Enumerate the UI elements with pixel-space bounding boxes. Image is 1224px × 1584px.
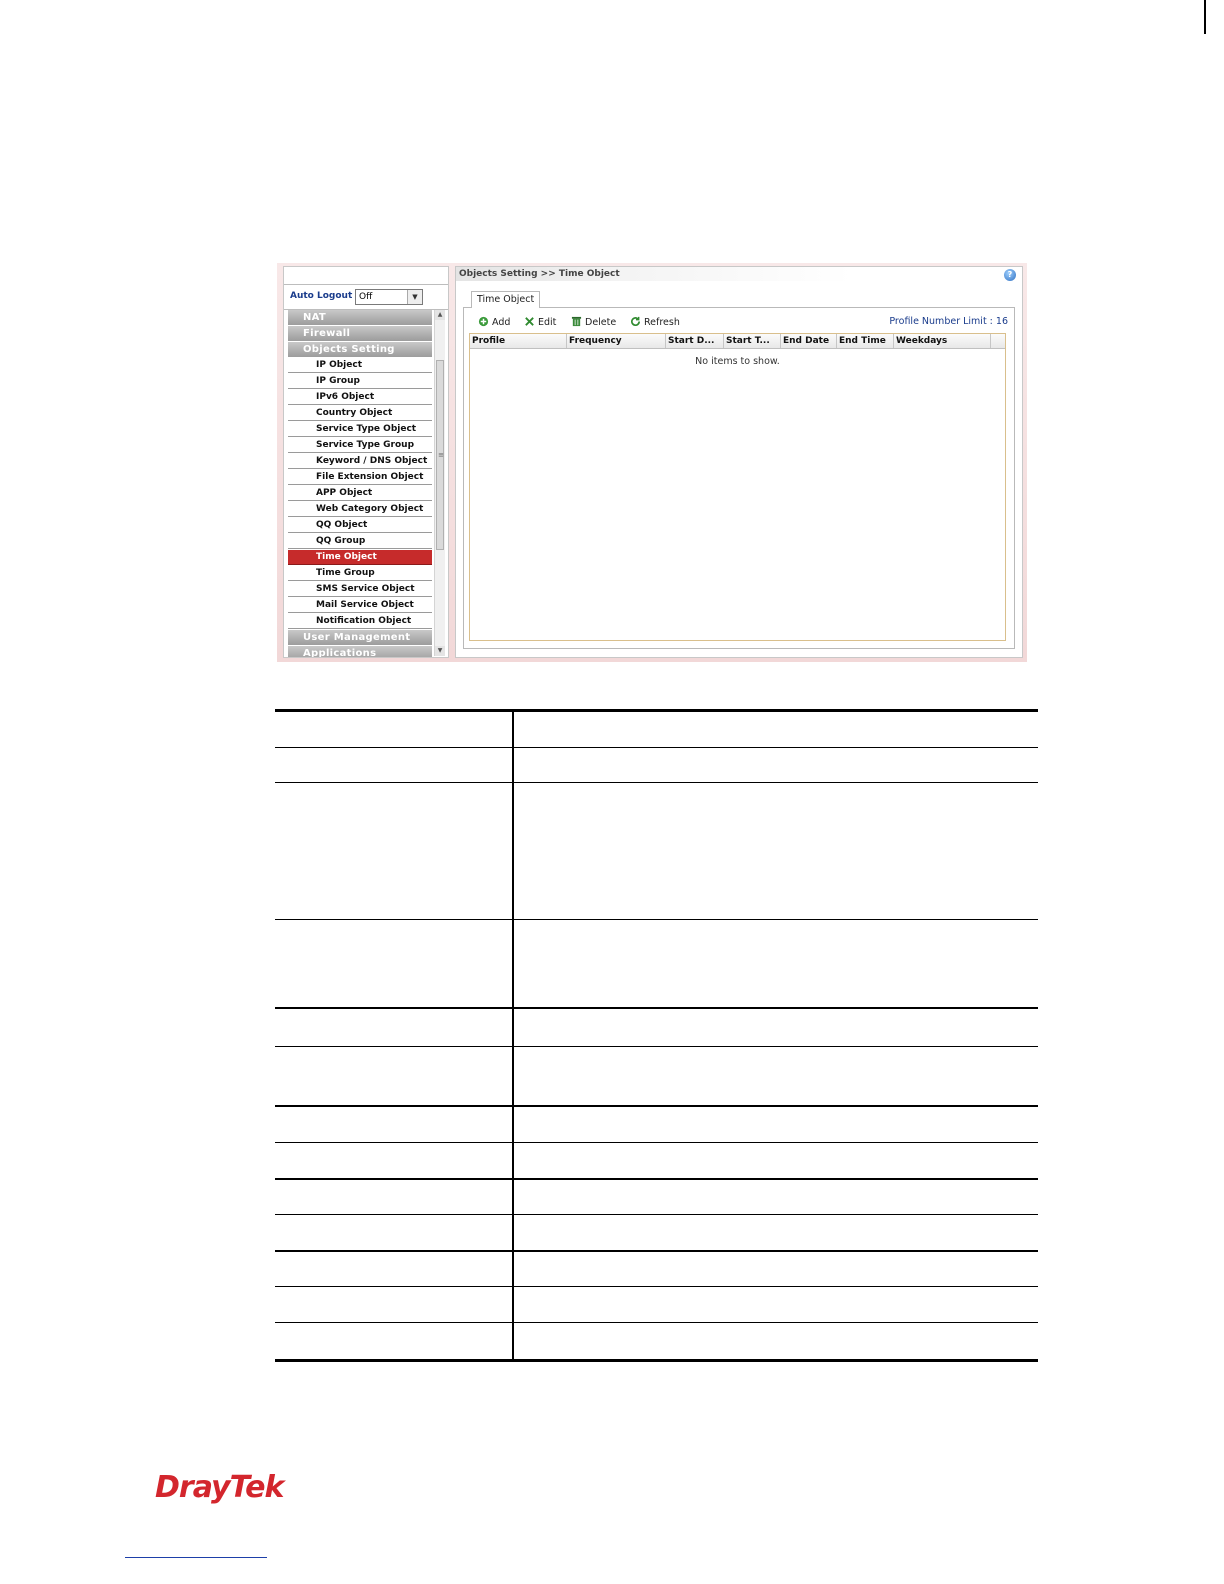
table-row-divider [275,782,1038,783]
sidebar-category-firewall[interactable]: Firewall [288,326,432,341]
table-column-divider [512,709,514,1362]
footer-link-underline [125,1557,267,1558]
tab-content: Add Edit Delete Refresh Profile Number L… [463,307,1015,649]
sidebar-item-qq-object[interactable]: QQ Object [288,518,432,533]
main-content-panel: Objects Setting >> Time Object ? Time Ob… [455,266,1023,658]
sidebar-item-web-category-object[interactable]: Web Category Object [288,502,432,517]
table-row-divider [275,1322,1038,1323]
sidebar-scrollbar[interactable]: ▲ ≡ ▼ [434,310,445,656]
delete-button-label: Delete [585,317,617,328]
auto-logout-label: Auto Logout : [290,291,359,301]
sidebar-item-ip-group[interactable]: IP Group [288,374,432,389]
delete-button[interactable]: Delete [571,316,616,330]
edit-button[interactable]: Edit [524,316,556,330]
tab-time-object[interactable]: Time Object [471,291,541,308]
scroll-up-arrow-icon[interactable]: ▲ [435,310,445,320]
time-object-grid: Profile Frequency Start D... Start T... End … [469,333,1006,641]
sidebar-item-qq-group[interactable]: QQ Group [288,534,432,549]
sidebar-category-nat[interactable]: NAT [288,310,432,325]
scrollbar-grip-icon: ≡ [438,451,444,459]
table-row-divider [275,1286,1038,1287]
table-row-divider [275,1178,1038,1180]
sidebar-category-objects-setting[interactable]: Objects Setting [288,342,432,357]
table-row-divider [275,1214,1038,1215]
table-row-divider [275,1007,1038,1009]
refresh-button-label: Refresh [644,317,680,328]
add-button[interactable]: Add [478,316,510,330]
sidebar-category-user-management[interactable]: User Management [288,630,432,645]
table-top-rule [275,709,1038,712]
sidebar-item-app-object[interactable]: APP Object [288,486,432,501]
breadcrumb-bar: Objects Setting >> Time Object ? [456,267,1022,281]
refresh-button[interactable]: Refresh [630,316,680,330]
router-ui-screenshot: Auto Logout : Off ▼ NAT Firewall Objects S… [277,263,1027,662]
table-bottom-rule [275,1359,1038,1362]
column-header-start-t[interactable]: Start T... [724,334,781,348]
grid-toolbar: Add Edit Delete Refresh Profile Number L… [472,315,1008,331]
sidebar-item-ip-object[interactable]: IP Object [288,358,432,373]
grid-header: Profile Frequency Start D... Start T... End … [470,334,1005,349]
table-row-divider [275,1105,1038,1107]
draytek-logo: DrayTek [155,1470,284,1505]
page-edge-rule [1204,0,1206,34]
column-header-start-d[interactable]: Start D... [666,334,724,348]
add-icon [478,316,489,327]
chevron-down-icon[interactable]: ▼ [407,290,422,304]
scroll-down-arrow-icon[interactable]: ▼ [435,646,445,656]
auto-logout-select[interactable]: Off ▼ [355,289,423,305]
edit-icon [525,317,534,326]
sidebar-menu: NAT Firewall Objects Setting IP Object IP Gr… [288,310,432,657]
grid-empty-message: No items to show. [695,356,780,367]
sidebar-item-mail-service-object[interactable]: Mail Service Object [288,598,432,613]
sidebar-item-ipv6-object[interactable]: IPv6 Object [288,390,432,405]
sidebar-item-service-type-object[interactable]: Service Type Object [288,422,432,437]
breadcrumb: Objects Setting >> Time Object [459,269,620,279]
sidebar-item-country-object[interactable]: Country Object [288,406,432,421]
refresh-icon [631,316,640,327]
description-table [275,709,1038,1362]
auto-logout-value: Off [359,292,373,302]
table-row-divider [275,1142,1038,1143]
sidebar-item-notification-object[interactable]: Notification Object [288,614,432,629]
scrollbar-thumb[interactable]: ≡ [436,360,444,550]
sidebar-item-sms-service-object[interactable]: SMS Service Object [288,582,432,597]
sidebar-category-applications[interactable]: Applications [288,646,432,657]
sidebar-item-time-group[interactable]: Time Group [288,566,432,581]
column-header-profile[interactable]: Profile [470,334,567,348]
sidebar-item-service-type-group[interactable]: Service Type Group [288,438,432,453]
trash-icon [571,316,582,327]
table-row-divider [275,1046,1038,1047]
edit-button-label: Edit [538,317,557,328]
sidebar-item-keyword-dns-object[interactable]: Keyword / DNS Object [288,454,432,469]
sidebar-item-time-object[interactable]: Time Object [288,550,432,565]
sidebar-item-file-extension-object[interactable]: File Extension Object [288,470,432,485]
table-row-divider [275,747,1038,748]
profile-number-limit: Profile Number Limit : 16 [889,316,1008,327]
column-header-frequency[interactable]: Frequency [567,334,666,348]
auto-logout-bar: Auto Logout : Off ▼ [284,284,448,310]
add-button-label: Add [492,317,511,328]
table-row-divider [275,919,1038,920]
help-icon[interactable]: ? [1004,269,1016,281]
column-header-end-date[interactable]: End Date [781,334,837,348]
left-navigation-panel: Auto Logout : Off ▼ NAT Firewall Objects S… [283,266,449,658]
column-header-weekdays[interactable]: Weekdays [894,334,991,348]
table-row-divider [275,1250,1038,1252]
column-header-end-time[interactable]: End Time [837,334,894,348]
